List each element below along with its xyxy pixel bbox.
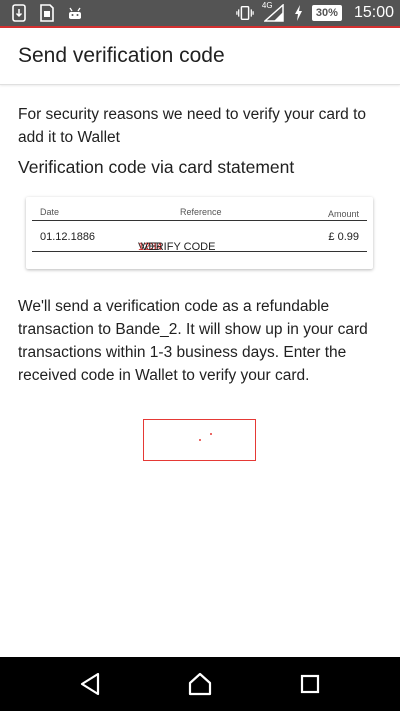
home-icon[interactable] — [186, 670, 214, 698]
app-bar: Send verification code — [0, 30, 400, 85]
header-amount: Amount — [327, 209, 359, 219]
statement-example-card: Date Reference Amount 01.12.1886 VOD 123… — [26, 197, 373, 269]
send-code-button[interactable] — [143, 419, 256, 461]
battery-icon: 30% — [311, 5, 342, 21]
android-icon — [66, 4, 84, 22]
signal-icon: 4G — [261, 1, 286, 22]
header-date: Date — [40, 207, 60, 217]
row-date: 01.12.1886 — [40, 231, 96, 243]
ref-suffix: VERIFY CODE — [138, 241, 216, 253]
loading-indicator — [210, 433, 212, 435]
section-title: Verification code via card statement — [18, 157, 295, 177]
intro-text: For security reasons we need to verify y… — [18, 106, 367, 146]
page-title: Send verification code — [18, 44, 225, 67]
vibrate-icon — [236, 4, 254, 22]
status-clock: 15:00 — [353, 4, 394, 21]
charging-icon — [294, 4, 304, 22]
header-reference: Reference — [180, 207, 222, 217]
back-icon[interactable] — [76, 670, 104, 698]
sim-card-icon — [38, 4, 56, 22]
statement-row: 01.12.1886 VOD 1234 VERIFY CODE £ 0.99 — [32, 221, 367, 253]
phone-sync-icon — [10, 4, 28, 22]
info-text: We'll send a verification code as a refu… — [18, 298, 368, 384]
status-right-icons: 4G 30% 15:00 — [236, 1, 394, 22]
network-type-label: 4G — [261, 1, 273, 10]
statement-header: Date Reference Amount — [32, 197, 367, 221]
status-left-icons — [10, 4, 84, 22]
status-bar: 4G 30% 15:00 — [0, 0, 400, 28]
recent-apps-icon[interactable] — [296, 670, 324, 698]
row-amount: £ 0.99 — [328, 231, 359, 243]
navigation-bar — [0, 657, 400, 711]
loading-indicator — [199, 439, 201, 441]
